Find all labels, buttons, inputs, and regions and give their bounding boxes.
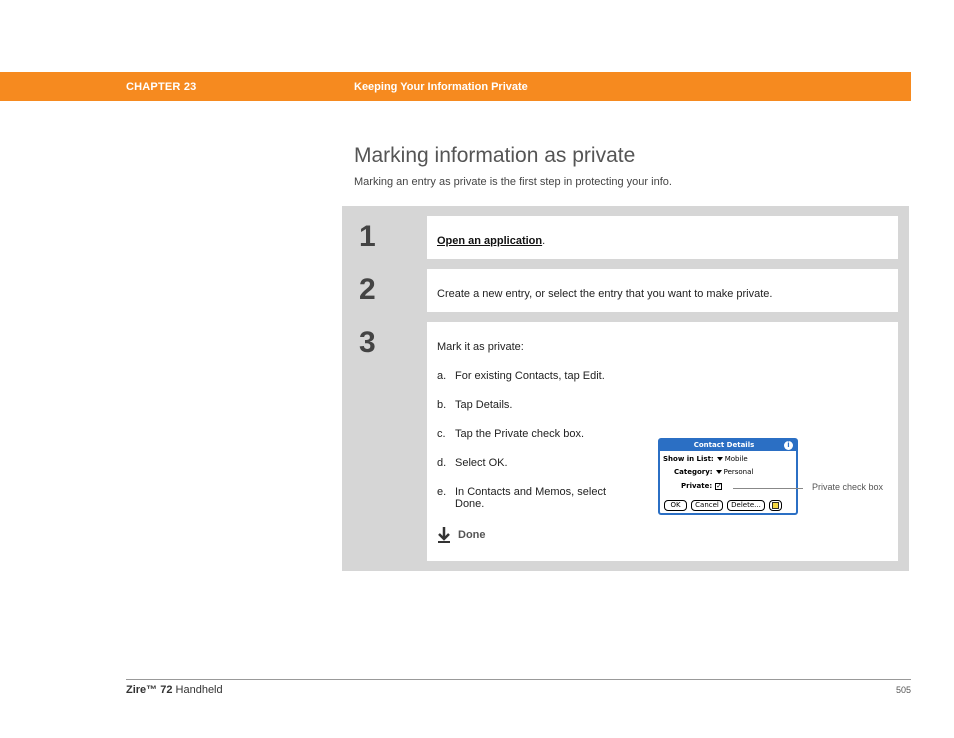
- chapter-title: Keeping Your Information Private: [354, 81, 528, 93]
- sub-step: c. Tap the Private check box.: [437, 428, 585, 440]
- dialog-title: Contact Details: [693, 441, 755, 449]
- private-checkbox-callout: Private check box: [812, 482, 884, 492]
- chapter-number: CHAPTER 23: [126, 81, 197, 93]
- delete-button[interactable]: Delete...: [727, 500, 765, 511]
- done-arrow-icon: [438, 527, 450, 543]
- step-number: 3: [359, 326, 376, 359]
- dropdown-arrow-icon[interactable]: [715, 469, 722, 474]
- step-3: 3 Mark it as private: a. For existing Con…: [353, 322, 898, 561]
- note-button[interactable]: [769, 500, 782, 511]
- sub-step: e. In Contacts and Memos, select Done.: [437, 486, 607, 510]
- sub-step: b. Tap Details.: [437, 399, 513, 411]
- footer-product-name: Zire™ 72 Handheld: [126, 684, 223, 696]
- step-suffix: .: [542, 235, 546, 247]
- show-in-list-row: Show in List: Mobile: [663, 455, 748, 463]
- step-text: Create a new entry, or select the entry …: [437, 288, 773, 300]
- cancel-button[interactable]: Cancel: [691, 500, 723, 511]
- step-text: Open an application.: [437, 235, 545, 247]
- open-application-link[interactable]: Open an application: [437, 235, 542, 247]
- page-number: 505: [895, 685, 911, 695]
- sub-step: a. For existing Contacts, tap Edit.: [437, 370, 605, 382]
- section-intro: Marking an entry as private is the first…: [354, 176, 672, 188]
- category-row: Category: Personal: [674, 468, 754, 476]
- category-value[interactable]: Personal: [724, 468, 754, 476]
- contact-details-dialog: Contact Details i Show in List: Mobile Ca…: [658, 438, 798, 515]
- callout-line: [733, 488, 803, 489]
- steps-panel: 1 Open an application. 2 Create a new en…: [342, 206, 909, 571]
- dialog-titlebar: Contact Details i: [660, 440, 796, 451]
- dropdown-arrow-icon[interactable]: [716, 456, 723, 461]
- private-row: Private: ✓: [681, 481, 723, 490]
- done-label: Done: [458, 529, 486, 541]
- chapter-header-bar: CHAPTER 23 Keeping Your Information Priv…: [0, 72, 911, 101]
- step-number: 2: [359, 273, 376, 306]
- footer-divider: [126, 679, 911, 680]
- step-2: 2 Create a new entry, or select the entr…: [353, 269, 898, 312]
- show-in-list-value[interactable]: Mobile: [725, 455, 748, 463]
- private-checkbox[interactable]: ✓: [715, 482, 723, 490]
- info-icon[interactable]: i: [784, 441, 793, 450]
- step-text: Mark it as private:: [437, 341, 524, 353]
- step-1: 1 Open an application.: [353, 216, 898, 259]
- section-title: Marking information as private: [354, 144, 636, 167]
- note-icon: [772, 502, 779, 509]
- sub-step: d. Select OK.: [437, 457, 508, 469]
- step-number: 1: [359, 220, 376, 253]
- ok-button[interactable]: OK: [664, 500, 687, 511]
